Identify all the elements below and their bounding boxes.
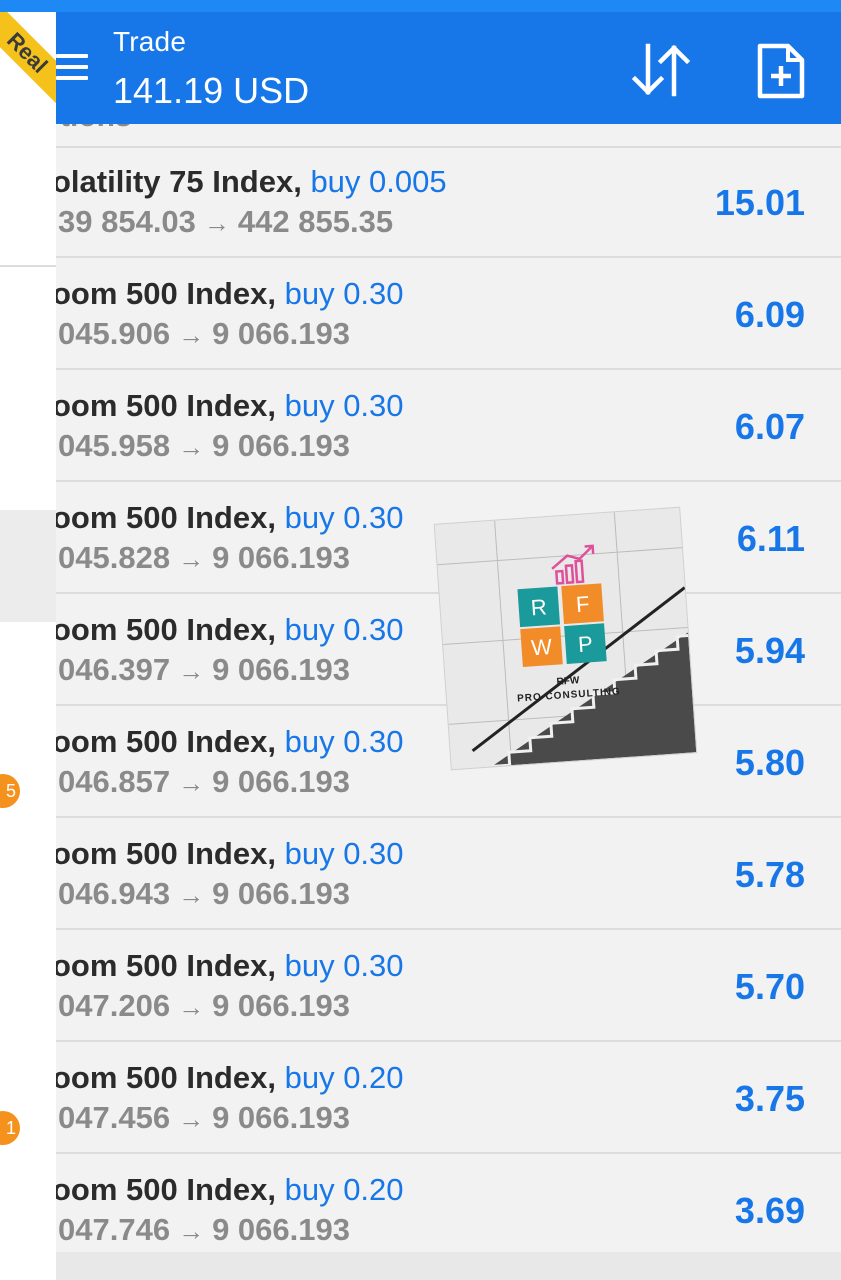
trade-side: buy 0.30	[284, 500, 404, 535]
app-header: Trade 141.19 USD	[56, 12, 841, 124]
menu-icon[interactable]	[56, 54, 88, 84]
open-price: 045.958	[58, 428, 171, 463]
trade-side: buy 0.30	[284, 388, 404, 423]
current-price: 9 066.193	[212, 316, 350, 351]
profit-value: 15.01	[714, 182, 805, 223]
trade-side: buy 0.30	[284, 612, 404, 647]
open-price: 047.746	[58, 1212, 171, 1247]
current-price: 9 066.193	[212, 652, 350, 687]
position-row[interactable]: oom 500 Index, buy 0.30 046.943 → 9 066.19…	[56, 818, 841, 930]
current-price: 9 066.193	[212, 540, 350, 575]
real-account-ribbon: Real	[0, 12, 56, 112]
arrow-right-icon: →	[178, 432, 205, 462]
current-price: 442 855.35	[237, 204, 394, 239]
symbol-name: oom 500 Index,	[56, 388, 276, 423]
current-price: 9 066.193	[212, 1212, 350, 1247]
logo-letter-f: F	[575, 591, 590, 617]
open-price: 046.857	[58, 764, 171, 799]
arrow-right-icon: →	[178, 320, 205, 350]
current-price: 9 066.193	[212, 1100, 350, 1135]
profit-value: 5.70	[734, 966, 805, 1007]
profit-value: 3.75	[734, 1078, 805, 1119]
position-row[interactable]: oom 500 Index, buy 0.30 045.906 → 9 066.19…	[56, 258, 841, 370]
position-row[interactable]: oom 500 Index, buy 0.30 045.958 → 9 066.19…	[56, 370, 841, 482]
account-balance: 141.19 USD	[113, 70, 310, 111]
arrow-right-icon: →	[178, 880, 205, 910]
drawer-divider	[0, 265, 56, 267]
profit-value: 6.07	[734, 406, 805, 447]
arrow-right-icon: →	[178, 768, 205, 798]
position-row[interactable]: oom 500 Index, buy 0.20 047.746 → 9 066.19…	[56, 1154, 841, 1266]
symbol-name: oom 500 Index,	[56, 1060, 276, 1095]
profit-value: 3.69	[734, 1190, 805, 1231]
side-drawer	[0, 12, 56, 1280]
profit-value: 5.80	[734, 742, 805, 783]
open-price: 047.206	[58, 988, 171, 1023]
section-header-cut: tions	[56, 124, 841, 148]
logo-letter-p: P	[577, 631, 593, 657]
arrow-right-icon: →	[178, 544, 205, 574]
current-price: 9 066.193	[212, 428, 350, 463]
arrow-right-icon: →	[178, 1216, 205, 1246]
bottom-navigation-bar[interactable]	[56, 1252, 841, 1280]
current-price: 9 066.193	[212, 988, 350, 1023]
arrow-right-icon: →	[178, 1104, 205, 1134]
symbol-name: oom 500 Index,	[56, 836, 276, 871]
sort-icon[interactable]	[630, 42, 692, 98]
open-price: 39 854.03	[58, 204, 196, 239]
page-title: Trade	[113, 26, 187, 57]
trade-side: buy 0.30	[284, 836, 404, 871]
trade-side: buy 0.005	[310, 164, 447, 199]
arrow-right-icon: →	[178, 656, 205, 686]
symbol-name: oom 500 Index,	[56, 612, 276, 647]
watermark-logo: R F W P RFW PRO CONSULTING	[434, 507, 697, 770]
trade-side: buy 0.30	[284, 948, 404, 983]
open-price: 047.456	[58, 1100, 171, 1135]
symbol-name: oom 500 Index,	[56, 1172, 276, 1207]
position-row[interactable]: olatility 75 Index, buy 0.005 39 854.03 →…	[56, 146, 841, 258]
logo-letter-r: R	[530, 594, 548, 620]
current-price: 9 066.193	[212, 876, 350, 911]
symbol-name: oom 500 Index,	[56, 276, 276, 311]
profit-value: 5.94	[734, 630, 805, 671]
new-order-icon[interactable]	[756, 42, 806, 100]
trade-side: buy 0.30	[284, 276, 404, 311]
current-price: 9 066.193	[212, 764, 350, 799]
trade-side: buy 0.30	[284, 724, 404, 759]
position-row[interactable]: oom 500 Index, buy 0.20 047.456 → 9 066.19…	[56, 1042, 841, 1154]
open-price: 045.906	[58, 316, 171, 351]
symbol-name: olatility 75 Index,	[56, 164, 302, 199]
real-account-label: Real	[0, 12, 56, 110]
open-price: 046.397	[58, 652, 171, 687]
status-strip	[0, 0, 841, 12]
watermark-logo-graphic: R F W P RFW PRO CONSULTING	[434, 507, 697, 770]
logo-letter-w: W	[530, 634, 553, 660]
logo-brand-text: RFW	[556, 675, 580, 688]
profit-value: 6.11	[736, 518, 805, 559]
profit-value: 6.09	[734, 294, 805, 335]
symbol-name: oom 500 Index,	[56, 948, 276, 983]
trade-side: buy 0.20	[284, 1060, 404, 1095]
arrow-right-icon: →	[203, 208, 230, 238]
open-price: 045.828	[58, 540, 171, 575]
profit-value: 5.78	[734, 854, 805, 895]
symbol-name: oom 500 Index,	[56, 500, 276, 535]
open-price: 046.943	[58, 876, 171, 911]
drawer-selected-item[interactable]	[0, 510, 56, 622]
arrow-right-icon: →	[178, 992, 205, 1022]
symbol-name: oom 500 Index,	[56, 724, 276, 759]
trade-side: buy 0.20	[284, 1172, 404, 1207]
position-row[interactable]: oom 500 Index, buy 0.30 047.206 → 9 066.19…	[56, 930, 841, 1042]
